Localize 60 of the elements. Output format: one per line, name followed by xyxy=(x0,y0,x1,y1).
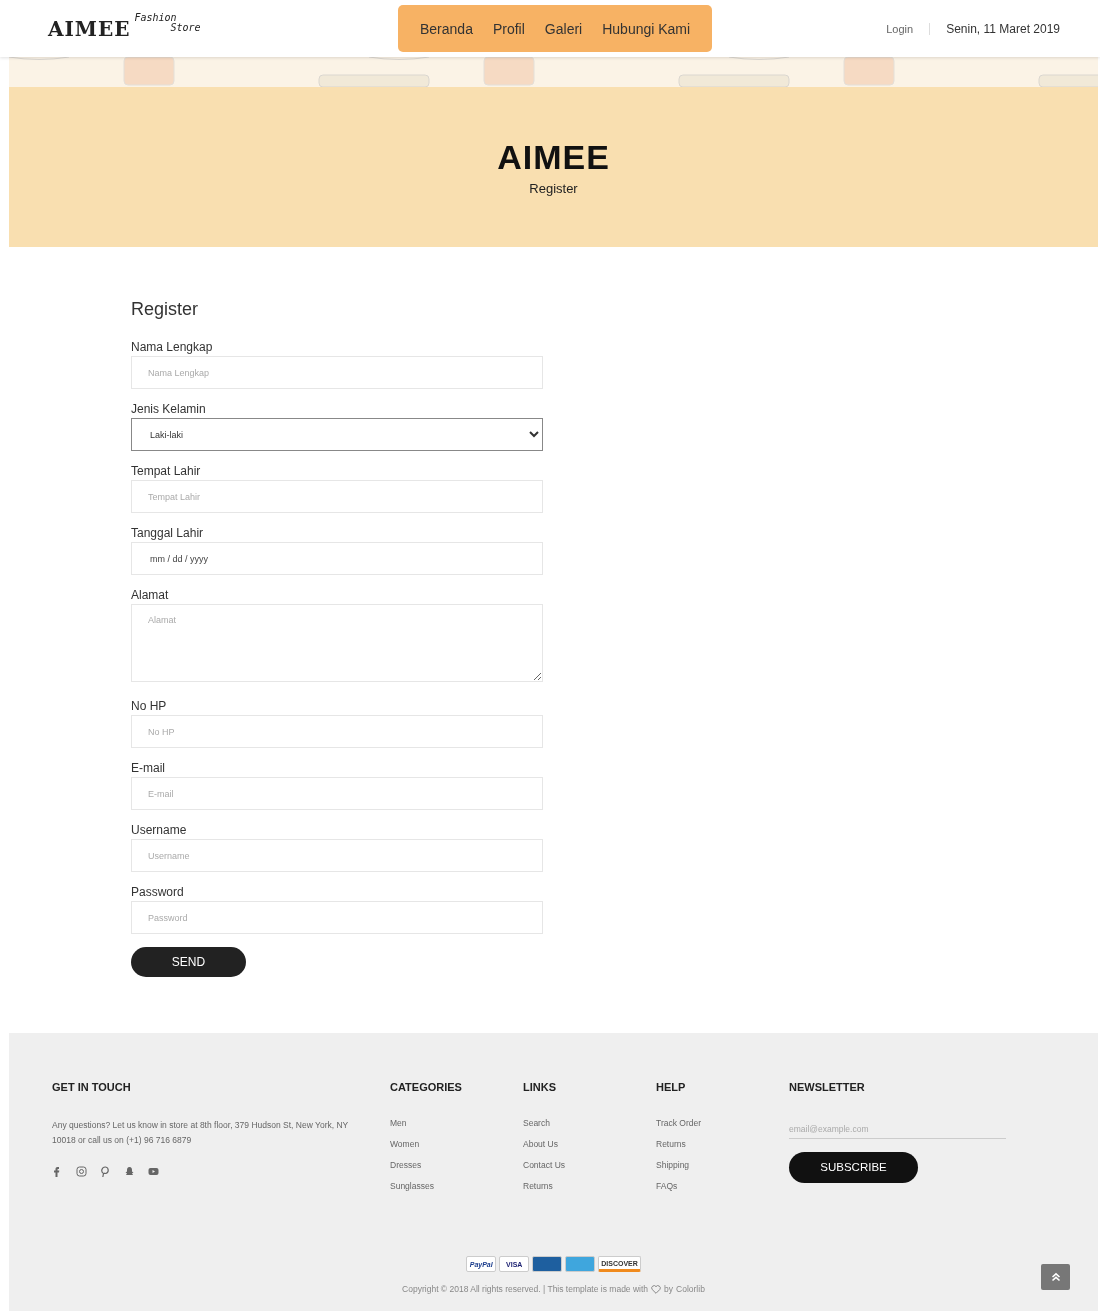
form-title: Register xyxy=(131,299,200,320)
footer-link[interactable]: About Us xyxy=(523,1139,656,1149)
text-field[interactable]: Nama Lengkap xyxy=(131,356,543,389)
footer-link[interactable]: Returns xyxy=(656,1139,789,1149)
payment-card-icon xyxy=(532,1256,563,1272)
footer-heading: HELP xyxy=(656,1081,687,1093)
pinterest-icon[interactable] xyxy=(100,1166,111,1177)
field-label: Alamat xyxy=(131,588,170,602)
field-label: Username xyxy=(131,823,188,837)
footer-link[interactable]: Search xyxy=(523,1118,656,1128)
footer-link[interactable]: FAQs xyxy=(656,1181,789,1191)
gender-dropdown[interactable]: Laki-laki xyxy=(131,418,543,451)
field-label: No HP xyxy=(131,699,168,713)
field-label: Jenis Kelamin xyxy=(131,402,207,416)
scroll-top-button[interactable] xyxy=(1041,1264,1070,1290)
password-field[interactable]: Password xyxy=(131,901,543,934)
login-link[interactable]: Login xyxy=(886,22,931,35)
nav-link[interactable]: Beranda xyxy=(410,20,483,37)
subscribe-button[interactable]: SUBSCRIBE xyxy=(789,1151,918,1183)
footer-link[interactable]: Track Order xyxy=(656,1118,789,1128)
instagram-icon[interactable] xyxy=(76,1166,87,1177)
banner-title: AIMEE xyxy=(497,138,610,177)
text-field[interactable]: Username xyxy=(131,839,543,872)
nav-link[interactable]: Galeri xyxy=(534,20,593,37)
email-field[interactable]: email@example.com xyxy=(789,1120,1006,1139)
credit-text: by xyxy=(664,1284,674,1294)
copyright-text: Copyright © 2018 All rights reserved. | This template is made with xyxy=(402,1284,649,1294)
address-textarea[interactable]: Alamat xyxy=(131,604,543,682)
field-label: Password xyxy=(131,885,185,899)
heart-icon xyxy=(651,1284,662,1294)
footer-link[interactable]: Contact Us xyxy=(523,1160,656,1170)
payment-card-icon xyxy=(565,1256,596,1272)
footer-heading: NEWSLETTER xyxy=(789,1081,866,1093)
banner-subtitle: Register xyxy=(529,181,578,196)
footer-link[interactable]: Shipping xyxy=(656,1160,789,1170)
snapchat-icon[interactable] xyxy=(124,1166,135,1177)
text-field[interactable]: E-mail xyxy=(131,777,543,810)
date-field[interactable]: mm / dd / yyyy xyxy=(131,542,543,575)
field-label: Tempat Lahir xyxy=(131,464,202,478)
contact-text: Any questions? Let us know in store at 8th floor, 379 Hudson St, New York, NY 10018 or call us on (+1) 96 716 6879 xyxy=(52,1119,350,1147)
footer-link[interactable]: Women xyxy=(390,1139,523,1149)
footer-link[interactable]: Returns xyxy=(523,1181,656,1191)
youtube-icon[interactable] xyxy=(148,1166,159,1177)
date-text: Senin, 11 Maret 2019 xyxy=(945,21,1060,36)
double-chevron-up-icon xyxy=(1050,1272,1061,1282)
nav-link[interactable]: Profil xyxy=(482,20,535,37)
footer-heading: GET IN TOUCH xyxy=(52,1081,132,1093)
field-label: E-mail xyxy=(131,761,166,775)
footer-heading: LINKS xyxy=(523,1081,557,1093)
send-button[interactable]: SEND xyxy=(131,947,246,977)
footer-link[interactable]: Men xyxy=(390,1118,523,1128)
footer-link[interactable]: Dresses xyxy=(390,1160,523,1170)
footer-link[interactable]: Sunglasses xyxy=(390,1181,523,1191)
text-field[interactable]: Tempat Lahir xyxy=(131,480,543,513)
nav-link[interactable]: Hubungi Kami xyxy=(592,20,701,37)
field-label: Tanggal Lahir xyxy=(131,526,205,540)
credit-link[interactable]: Colorlib xyxy=(676,1284,705,1294)
text-field[interactable]: No HP xyxy=(131,715,543,748)
field-label: Nama Lengkap xyxy=(131,340,214,354)
footer-heading: CATEGORIES xyxy=(390,1081,463,1093)
